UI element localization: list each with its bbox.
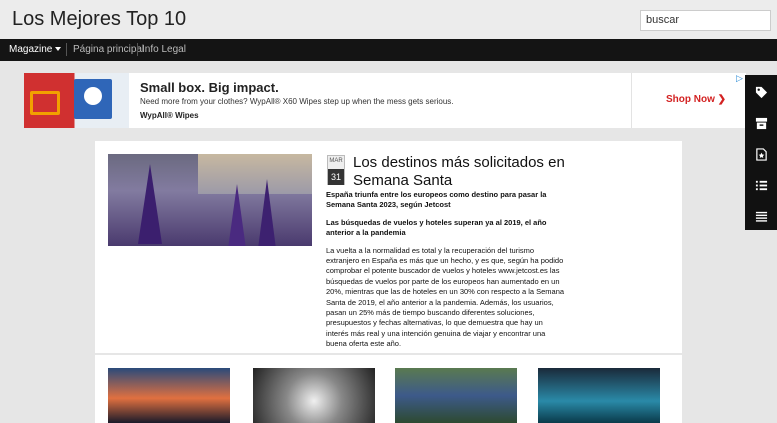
image-background	[198, 154, 312, 194]
post-thumbnail[interactable]	[395, 368, 517, 423]
nav-item-home[interactable]: Página principal	[73, 44, 144, 55]
related-posts	[95, 355, 682, 423]
archive-icon[interactable]	[745, 108, 777, 139]
nav-item-magazine[interactable]: Magazine	[9, 44, 62, 55]
shop-now-button[interactable]: Shop Now ❯	[666, 94, 726, 105]
post-thumbnail[interactable]	[538, 368, 660, 423]
image-detail	[258, 179, 276, 246]
post-thumbnail[interactable]	[108, 368, 230, 423]
post-body: España triunfa entre los europeos como d…	[326, 190, 566, 357]
cart-icon	[30, 91, 60, 115]
featured-post-card: MAR 31 Los destinos más solicitados en S…	[95, 141, 682, 353]
sidebar-toolbar	[745, 75, 777, 230]
tag-icon[interactable]	[745, 77, 777, 108]
cta-label: Shop Now	[666, 94, 715, 105]
divider	[137, 43, 138, 56]
ad-brand: WypAll® Wipes	[140, 111, 199, 120]
site-header: Los Mejores Top 10 buscar	[0, 0, 777, 39]
chevron-right-icon: ❯	[717, 94, 727, 105]
menu-icon[interactable]	[745, 201, 777, 232]
list-icon[interactable]	[745, 170, 777, 201]
ad-headline[interactable]: Small box. Big impact.	[140, 80, 279, 95]
post-title[interactable]: Los destinos más solicitados en Semana S…	[353, 154, 573, 190]
divider	[66, 43, 67, 56]
image-detail	[138, 164, 162, 244]
divider	[631, 73, 632, 128]
nav-item-label: Magazine	[9, 44, 53, 55]
post-date-badge: MAR 31	[327, 155, 345, 185]
chevron-down-icon	[55, 47, 62, 52]
post-date-month: MAR	[329, 158, 343, 164]
nav-item-legal[interactable]: Info Legal	[142, 44, 186, 55]
nav-bar: Magazine Página principal Info Legal	[0, 39, 777, 61]
ad-banner[interactable]: Small box. Big impact. Need more from yo…	[24, 73, 746, 128]
post-image[interactable]	[108, 154, 312, 246]
post-paragraph: La vuelta a la normalidad es total y la …	[326, 245, 565, 349]
post-paragraph: Las búsquedas de vuelos y hoteles supera…	[326, 217, 547, 238]
site-title[interactable]: Los Mejores Top 10	[12, 8, 186, 31]
post-date-day: 31	[328, 169, 344, 185]
ad-image[interactable]	[24, 73, 129, 128]
post-paragraph: España triunfa entre los europeos como d…	[326, 190, 547, 210]
star-page-icon[interactable]	[745, 139, 777, 170]
search-input[interactable]: buscar	[640, 10, 771, 31]
image-detail	[228, 184, 246, 246]
ad-subtext: Need more from your clothes? WypAll® X60…	[140, 97, 454, 106]
product-logo	[84, 87, 102, 105]
post-thumbnail[interactable]	[253, 368, 375, 423]
